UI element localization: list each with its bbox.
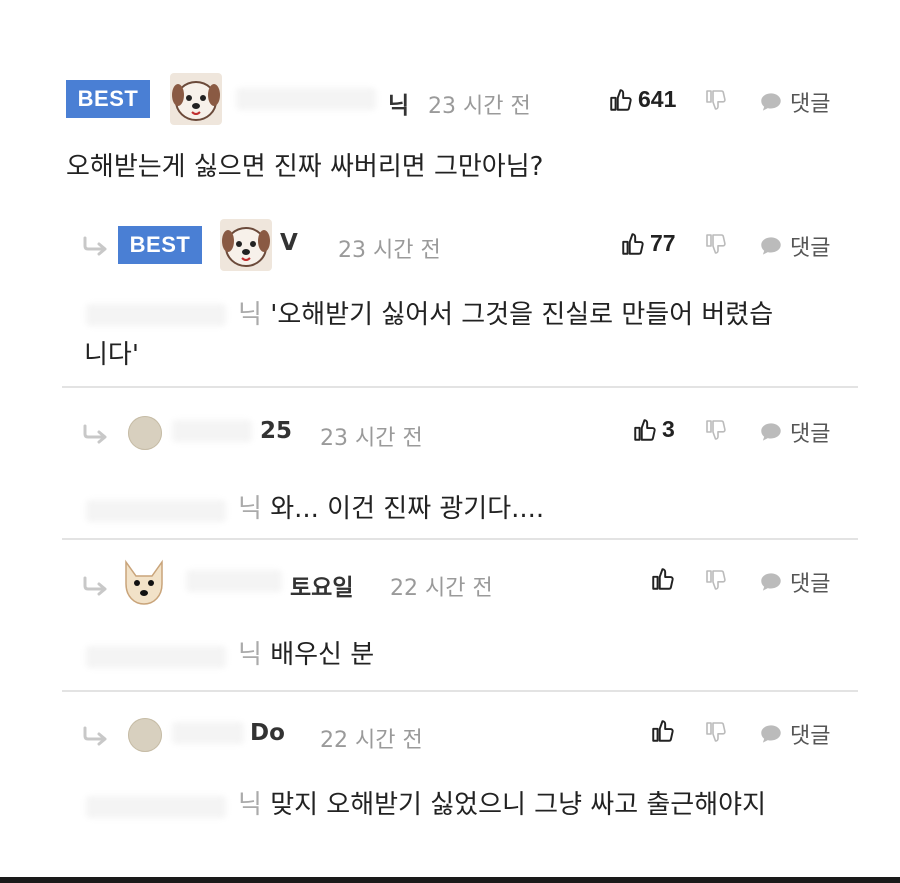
mention: 닉 <box>238 790 262 820</box>
like-button[interactable] <box>650 718 680 744</box>
like-button[interactable]: 3 <box>632 416 675 443</box>
comment-text-line2: 니다' <box>84 340 139 370</box>
comment-body: 맞지 오해받기 싫었으니 그냥 싸고 출근해야지 <box>270 790 766 820</box>
divider <box>62 538 858 540</box>
thumbs-down-icon <box>704 418 728 442</box>
shiba-avatar-icon <box>118 556 170 608</box>
reply-button[interactable]: 댓글 <box>758 230 830 262</box>
timestamp: 23 시간 전 <box>428 94 531 119</box>
best-badge: BEST <box>118 226 202 264</box>
thumbs-up-icon <box>650 566 676 592</box>
thumbs-down-icon <box>704 232 728 256</box>
like-count: 641 <box>638 86 677 112</box>
avatar[interactable] <box>128 416 162 450</box>
dislike-button[interactable] <box>704 232 728 256</box>
username[interactable]: 토요일 <box>290 568 353 602</box>
redacted-username <box>186 570 282 592</box>
reply-label: 댓글 <box>790 92 831 117</box>
dislike-button[interactable] <box>704 720 728 744</box>
speech-bubble-icon <box>758 233 784 259</box>
comment-text: 닉 와... 이건 진짜 광기다.... <box>238 488 544 530</box>
thumbs-up-icon <box>632 417 658 443</box>
redacted-username <box>86 304 226 326</box>
reply-arrow-icon <box>82 576 110 596</box>
speech-bubble-icon <box>758 419 784 445</box>
redacted-username <box>172 722 244 744</box>
divider <box>62 690 858 692</box>
thumbs-down-icon <box>704 88 728 112</box>
avatar[interactable] <box>118 556 170 608</box>
dog-avatar-icon <box>170 73 222 125</box>
thumbs-down-icon <box>704 568 728 592</box>
comment-text: 오해받는게 싫으면 진짜 싸버리면 그만아님? <box>66 152 544 182</box>
comment-text-line1: '오해받기 싫어서 그것을 진실로 만들어 버렸습 <box>270 300 774 330</box>
dog-avatar-icon <box>220 219 272 271</box>
reply-arrow-icon <box>82 236 110 256</box>
redacted-username <box>172 420 252 442</box>
reply-button[interactable]: 댓글 <box>758 86 830 118</box>
speech-bubble-icon <box>758 569 784 595</box>
reply-label: 댓글 <box>790 572 831 597</box>
mention: 닉 <box>238 640 262 670</box>
avatar[interactable] <box>220 219 272 271</box>
timestamp: 22 시간 전 <box>390 576 493 601</box>
thumbs-down-icon <box>704 720 728 744</box>
reply-arrow-icon <box>82 726 110 746</box>
reply-button[interactable]: 댓글 <box>758 416 830 448</box>
redacted-username <box>236 88 376 110</box>
mention: 닉 <box>238 300 262 330</box>
dislike-button[interactable] <box>704 568 728 592</box>
reply-label: 댓글 <box>790 422 831 447</box>
timestamp: 23 시간 전 <box>338 238 441 263</box>
reply-label: 댓글 <box>790 236 831 261</box>
like-button[interactable]: 641 <box>608 86 676 113</box>
mention: 닉 <box>238 494 262 524</box>
thumbs-up-icon <box>620 231 646 257</box>
timestamp: 22 시간 전 <box>320 728 423 753</box>
thumbs-up-icon <box>650 718 676 744</box>
divider <box>62 386 858 388</box>
comment-text: 닉 배우신 분 <box>238 634 374 676</box>
timestamp: 23 시간 전 <box>320 426 423 451</box>
thumbs-up-icon <box>608 87 634 113</box>
avatar[interactable] <box>128 718 162 752</box>
redacted-username <box>86 646 226 668</box>
like-count: 3 <box>662 416 675 442</box>
comment-text: 닉 맞지 오해받기 싫었으니 그냥 싸고 출근해야지 <box>238 784 766 826</box>
like-button[interactable] <box>650 566 680 592</box>
username[interactable]: Do <box>250 720 285 746</box>
bottom-border <box>0 877 900 883</box>
avatar[interactable] <box>170 73 222 125</box>
username[interactable]: 닉 <box>388 86 409 120</box>
username[interactable]: V <box>280 230 298 256</box>
comment-body: 배우신 분 <box>270 640 375 670</box>
dislike-button[interactable] <box>704 418 728 442</box>
dislike-button[interactable] <box>704 88 728 112</box>
reply-button[interactable]: 댓글 <box>758 718 830 750</box>
speech-bubble-icon <box>758 721 784 747</box>
reply-label: 댓글 <box>790 724 831 749</box>
comment-text: 닉 '오해받기 싫어서 그것을 진실로 만들어 버렸습 <box>238 294 773 336</box>
best-badge: BEST <box>66 80 150 118</box>
redacted-username <box>86 500 226 522</box>
redacted-username <box>86 796 226 818</box>
like-count: 77 <box>650 230 676 256</box>
speech-bubble-icon <box>758 89 784 115</box>
username[interactable]: 25 <box>260 418 292 444</box>
reply-arrow-icon <box>82 424 110 444</box>
like-button[interactable]: 77 <box>620 230 676 257</box>
comment-body: 와... 이건 진짜 광기다.... <box>270 494 545 524</box>
reply-button[interactable]: 댓글 <box>758 566 830 598</box>
